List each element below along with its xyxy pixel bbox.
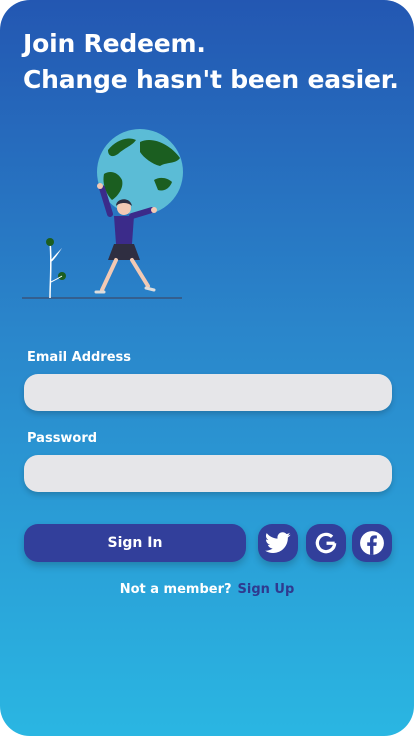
twitter-icon bbox=[265, 532, 291, 553]
login-card: Join Redeem. Change hasn't been easier. bbox=[0, 0, 414, 736]
google-login-button[interactable] bbox=[306, 524, 346, 562]
title-line-2: Change hasn't been easier. bbox=[23, 65, 399, 94]
password-field[interactable] bbox=[24, 455, 392, 492]
not-member-text: Not a member? bbox=[119, 582, 232, 597]
signup-prompt: Not a member? Sign Up bbox=[0, 582, 414, 597]
email-label: Email Address bbox=[27, 350, 132, 365]
woman-holding-globe-illustration bbox=[22, 129, 183, 299]
title-line-1: Join Redeem. bbox=[23, 29, 206, 58]
google-icon bbox=[315, 532, 337, 554]
facebook-icon bbox=[360, 531, 384, 555]
sign-in-button[interactable]: Sign In bbox=[24, 524, 246, 562]
twitter-login-button[interactable] bbox=[258, 524, 298, 562]
email-field[interactable] bbox=[24, 374, 392, 411]
page-title: Join Redeem. Change hasn't been easier. bbox=[23, 26, 399, 98]
sign-up-link[interactable]: Sign Up bbox=[238, 582, 295, 597]
facebook-login-button[interactable] bbox=[352, 524, 392, 562]
password-label: Password bbox=[27, 431, 98, 446]
